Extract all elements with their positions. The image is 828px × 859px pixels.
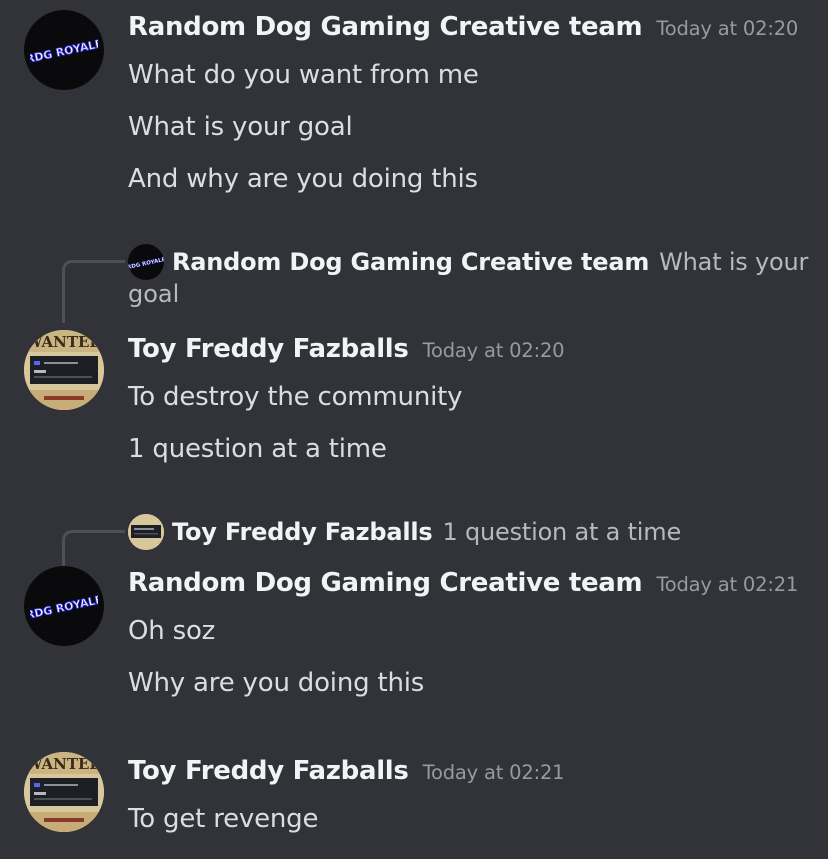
chat-message-list: RDG ROYALE Random Dog Gaming Creative te… xyxy=(0,0,828,859)
logo-text: RDG ROYALE xyxy=(30,37,98,64)
rdg-royale-logo-icon: RDG ROYALE xyxy=(128,257,164,271)
username[interactable]: Toy Freddy Fazballs xyxy=(128,334,409,364)
timestamp: Today at 02:21 xyxy=(422,761,565,784)
username[interactable]: Toy Freddy Fazballs xyxy=(128,756,409,786)
reply-username[interactable]: Toy Freddy Fazballs xyxy=(172,518,433,546)
reply-username[interactable]: Random Dog Gaming Creative team xyxy=(172,248,649,276)
wanted-poster-icon: WANTED xyxy=(24,752,104,832)
reply-content: Toy Freddy Fazballs 1 question at a time xyxy=(172,514,802,550)
timestamp: Today at 02:20 xyxy=(422,339,565,362)
rdg-royale-logo-icon: RDG ROYALE xyxy=(30,37,98,64)
username[interactable]: Random Dog Gaming Creative team xyxy=(128,568,643,598)
timestamp: Today at 02:20 xyxy=(656,17,799,40)
reply-spine xyxy=(62,260,125,323)
reply-avatar: RDG ROYALE xyxy=(128,244,164,280)
rdg-royale-logo-icon: RDG ROYALE xyxy=(30,593,98,620)
svg-text:RDG ROYALE: RDG ROYALE xyxy=(128,257,164,271)
avatar[interactable]: RDG ROYALE xyxy=(24,566,104,646)
username[interactable]: Random Dog Gaming Creative team xyxy=(128,12,643,42)
reply-content: Random Dog Gaming Creative team What is y… xyxy=(172,244,808,280)
svg-text:WANTED: WANTED xyxy=(25,333,103,351)
reply-excerpt: 1 question at a time xyxy=(442,518,682,546)
svg-text:RDG ROYALE: RDG ROYALE xyxy=(30,593,98,620)
message-text: What is your goal xyxy=(128,112,353,142)
svg-text:WANTED: WANTED xyxy=(25,755,103,773)
message-header: Toy Freddy Fazballs Today at 02:21 xyxy=(128,756,565,786)
avatar[interactable]: WANTED xyxy=(24,330,104,410)
reply-excerpt-continued: goal xyxy=(128,280,180,308)
avatar[interactable]: WANTED xyxy=(24,752,104,832)
avatar[interactable]: RDG ROYALE xyxy=(24,10,104,90)
timestamp: Today at 02:21 xyxy=(656,573,799,596)
message-text: 1 question at a time xyxy=(128,434,387,464)
wanted-poster-icon xyxy=(128,514,164,550)
message-text: And why are you doing this xyxy=(128,164,478,194)
message-header: Random Dog Gaming Creative team Today at … xyxy=(128,568,798,598)
message-header: Random Dog Gaming Creative team Today at … xyxy=(128,12,798,42)
wanted-poster-icon: WANTED xyxy=(24,330,104,410)
message-text: Oh soz xyxy=(128,616,216,646)
message-text: To destroy the community xyxy=(128,382,463,412)
message-text: Why are you doing this xyxy=(128,668,425,698)
reply-excerpt: What is your xyxy=(659,248,809,276)
message-text: What do you want from me xyxy=(128,60,479,90)
reply-avatar xyxy=(128,514,164,550)
message-header: Toy Freddy Fazballs Today at 02:20 xyxy=(128,334,565,364)
message-text: To get revenge xyxy=(128,804,319,834)
